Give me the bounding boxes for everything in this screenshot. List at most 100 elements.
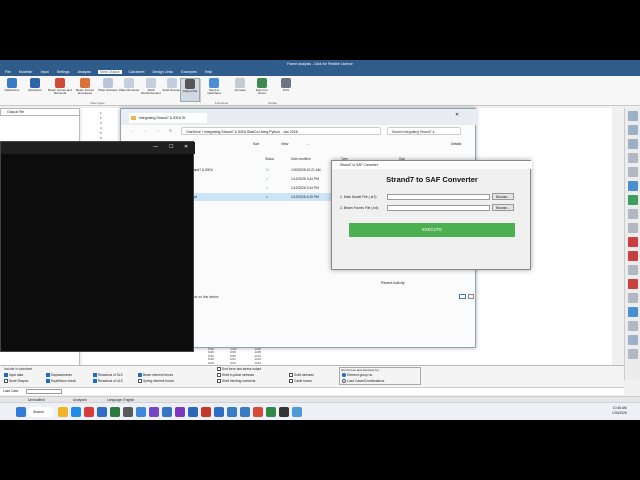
load-icon[interactable] — [628, 237, 638, 247]
support-icon[interactable] — [628, 167, 638, 177]
shell-bending-checkbox[interactable]: Shell bending moments — [217, 379, 255, 383]
menu-view-output[interactable]: View Output — [97, 70, 122, 74]
edge-icon[interactable] — [71, 407, 81, 417]
sort-button[interactable]: Sort — [253, 142, 259, 146]
app-icon[interactable] — [123, 407, 133, 417]
check-icon[interactable] — [628, 195, 638, 205]
tiles-view-icon[interactable] — [468, 294, 474, 299]
menu-examples[interactable]: Examples — [180, 70, 198, 74]
shell-reinforcement-button[interactable]: Shell Reinforcement — [140, 78, 162, 102]
solid-stresses-button[interactable]: Solid Stresses — [162, 78, 182, 102]
view-icon[interactable] — [628, 111, 638, 121]
beam-forces-input[interactable] — [387, 205, 490, 211]
load-case-select[interactable] — [26, 389, 62, 394]
menu-settings[interactable]: Settings — [56, 70, 71, 74]
app-icon[interactable] — [188, 407, 198, 417]
view-button[interactable]: View — [281, 142, 288, 146]
input-data-checkbox[interactable]: Input data — [4, 373, 23, 377]
app-icon[interactable] — [175, 407, 185, 417]
main-model-input[interactable] — [387, 194, 490, 200]
close-icon[interactable]: ✕ — [455, 112, 459, 118]
beam-icon[interactable] — [628, 153, 638, 163]
output-file-tab[interactable]: Output File — [0, 108, 80, 116]
node-icon[interactable] — [628, 139, 638, 149]
measure-icon[interactable] — [628, 181, 638, 191]
app-icon[interactable] — [162, 407, 172, 417]
menu-design-links[interactable]: Design Links — [151, 70, 174, 74]
minimize-icon[interactable]: — — [153, 144, 158, 150]
reactions-button[interactable]: Reactions — [25, 78, 45, 102]
header-status[interactable]: Status — [265, 157, 274, 161]
app-icon[interactable] — [201, 407, 211, 417]
refresh-icon[interactable]: ↻ — [169, 128, 172, 133]
close-icon[interactable]: ✕ — [184, 144, 188, 150]
app-icon[interactable] — [136, 407, 146, 417]
sort-loadcase-radio[interactable]: Load Cases/Combinations — [342, 379, 384, 383]
zoom-icon[interactable] — [628, 335, 638, 345]
spring-element-forces-checkbox[interactable]: Spring element forces — [138, 379, 174, 383]
more-button[interactable]: ... — [307, 142, 310, 146]
back-icon[interactable]: ← — [131, 128, 135, 133]
explorer-app-icon[interactable] — [58, 407, 68, 417]
plate-icon[interactable] — [628, 265, 638, 275]
section-icon[interactable] — [628, 209, 638, 219]
grid-icon[interactable] — [628, 125, 638, 135]
excel-app-icon[interactable] — [110, 407, 120, 417]
mesh-icon[interactable] — [628, 307, 638, 317]
app-icon[interactable] — [240, 407, 250, 417]
execute-button[interactable]: EXECUTE — [349, 223, 515, 237]
python-icon[interactable] — [292, 407, 302, 417]
plate-stresses-button[interactable]: Plate Stresses — [98, 78, 118, 102]
sort-element-radio[interactable]: Element group no. — [342, 373, 373, 377]
beam-envelopes-button[interactable]: Beam Forces Envelopes — [74, 78, 96, 102]
forward-icon[interactable]: → — [143, 128, 147, 133]
explorer-tab[interactable]: Integrating Strand7 & IDEA St — [129, 113, 207, 123]
menu-modeller[interactable]: Modeller — [18, 70, 34, 74]
menu-analysis[interactable]: Analysis — [77, 70, 92, 74]
app-icon[interactable] — [253, 407, 263, 417]
browse-forces-button[interactable]: Browse... — [492, 204, 514, 211]
app-icon[interactable] — [149, 407, 159, 417]
spring-icon[interactable] — [628, 279, 638, 289]
clock[interactable]: 10:46 AM 1/30/2026 — [612, 406, 627, 415]
details-button[interactable]: Details — [451, 142, 461, 146]
print-button[interactable]: Print — [276, 78, 296, 102]
up-icon[interactable]: ↑ — [157, 128, 159, 133]
cable-icon[interactable] — [628, 293, 638, 303]
shell-inplane-checkbox[interactable]: Shell in-plane stresses — [217, 373, 254, 377]
taskbar-search[interactable]: Search — [28, 407, 54, 417]
cable-forces-checkbox[interactable]: Cable forces — [289, 379, 312, 383]
beam-element-forces-checkbox[interactable]: Beam element forces — [138, 373, 173, 377]
address-bar[interactable]: OneDrive › Integrating Strand7 & IDEA St… — [181, 127, 381, 135]
menu-file[interactable]: File — [4, 70, 12, 74]
export-excel-button[interactable]: Export to Excel — [252, 78, 272, 102]
deflections-button[interactable]: Deflections — [2, 78, 22, 102]
plate-moments-button[interactable]: Plate Moments — [118, 78, 140, 102]
output-file-button[interactable]: Output File — [180, 78, 200, 102]
info-icon[interactable] — [628, 321, 638, 331]
sort-output-checkbox[interactable]: Sort force and stress output — [217, 367, 261, 371]
details-view-icon[interactable] — [459, 294, 466, 299]
node-shapes-checkbox[interactable]: Node Shapes — [4, 379, 28, 383]
app-icon[interactable] — [214, 407, 224, 417]
beam-forces-button[interactable]: Beam Forces and Moments — [48, 78, 72, 102]
app-icon[interactable] — [227, 407, 237, 417]
browse-model-button[interactable]: Browse... — [492, 193, 514, 200]
animate-button[interactable]: Animate — [230, 78, 250, 102]
settings-icon[interactable] — [628, 349, 638, 359]
maximize-icon[interactable]: ☐ — [169, 144, 173, 150]
material-icon[interactable] — [628, 223, 638, 233]
equilibrium-checkbox[interactable]: Equilibrium check — [46, 379, 76, 383]
menu-calcsheet[interactable]: Calcsheet — [128, 70, 146, 74]
app-icon[interactable] — [84, 407, 94, 417]
reactions-uls-checkbox[interactable]: Reactions of ULS — [93, 379, 123, 383]
start-icon[interactable] — [16, 407, 26, 417]
app-icon[interactable] — [266, 407, 276, 417]
send-to-calcsheet-button[interactable]: Send to Calcsheet — [203, 78, 225, 102]
search-box[interactable]: Search Integrating Strand7 & — [387, 127, 461, 135]
reactions-sls-checkbox[interactable]: Reactions of SLS — [93, 373, 123, 377]
header-date[interactable]: Date modified — [291, 157, 311, 161]
word-icon[interactable] — [97, 407, 107, 417]
menu-input[interactable]: Input — [40, 70, 50, 74]
solid-stresses-checkbox[interactable]: Solid stresses — [289, 373, 314, 377]
